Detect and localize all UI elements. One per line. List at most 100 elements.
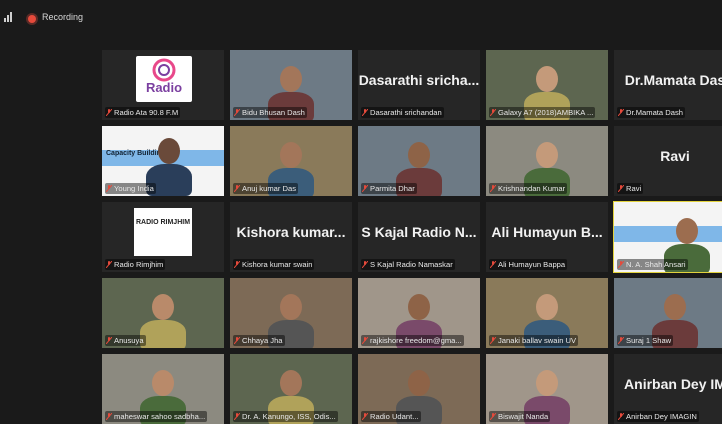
participant-display-name: Dr.Mamata Das [624,72,722,88]
participant-tile[interactable]: Janaki ballav swain UV [486,278,608,348]
participant-name-label: Dasarathi srichandan [361,107,444,118]
participant-name-label: rajkishore freedom@gma... [361,335,464,346]
participant-tile[interactable]: Radio Radio Ata 90.8 F.M [102,50,224,120]
participant-tile[interactable]: Anuj kumar Das [230,126,352,196]
participant-face [536,142,558,168]
participant-tile[interactable]: Krishnandan Kumar [486,126,608,196]
participant-tile[interactable]: Suraj 1 Shaw [614,278,722,348]
participant-tile[interactable]: Dasarathi sricha... Dasarathi srichandan [358,50,480,120]
participant-tile[interactable]: Dr.Mamata Das Dr.Mamata Dash [614,50,722,120]
signal-icon [4,12,12,22]
participant-tile[interactable]: Bidu Bhusan Dash [230,50,352,120]
meeting-top-bar: Recording [0,0,722,36]
participant-tile[interactable]: N. A. Shah Ansari [613,201,722,273]
participant-body [140,320,186,348]
muted-mic-icon [234,109,240,116]
participant-name-label: Parmita Dhar [361,183,417,194]
participant-face [408,294,430,320]
participant-tile[interactable]: Ali Humayun B... Ali Humayun Bappa [486,202,608,272]
participant-name-label: Galaxy A7 (2018)AMBIKA ... [489,107,596,118]
participant-face [664,294,686,320]
participant-face [536,370,558,396]
muted-mic-icon [618,261,624,268]
participant-name-label: Young India [105,183,156,194]
participant-name-label: Kishora kumar swain [233,259,315,270]
participant-tile[interactable]: Anusuya [102,278,224,348]
participant-name-label: maheswar sahoo sadbha... [105,411,208,422]
participant-display-name: Ravi [660,148,690,164]
participant-tile[interactable]: Kishora kumar... Kishora kumar swain [230,202,352,272]
participant-name-label: Chhaya Jha [233,335,285,346]
muted-mic-icon [362,109,368,116]
rimjhim-logo: RADIO RIMJHIM [134,208,192,256]
muted-mic-icon [618,109,624,116]
participant-tile[interactable]: Dr. A. Kanungo, ISS, Odis... [230,354,352,424]
participant-name-label: Anirban Dey IMAGIN [617,411,699,422]
participant-tile[interactable]: maheswar sahoo sadbha... [102,354,224,424]
participant-tile[interactable]: S Kajal Radio N... S Kajal Radio Namaskar [358,202,480,272]
participant-name-label: Krishnandan Kumar [489,183,568,194]
participant-face [280,294,302,320]
muted-mic-icon [490,261,496,268]
muted-mic-icon [618,337,624,344]
participant-tile[interactable]: Capacity Building Young India [102,126,224,196]
muted-mic-icon [106,337,112,344]
participant-name-label: Biswajit Nanda [489,411,551,422]
muted-mic-icon [490,109,496,116]
muted-mic-icon [618,185,624,192]
participant-display-name: Ali Humayun B... [491,224,603,240]
muted-mic-icon [234,261,240,268]
muted-mic-icon [234,413,240,420]
participant-display-name: Anirban Dey IM [624,376,722,392]
participant-name-label: Suraj 1 Shaw [617,335,674,346]
participant-face [158,138,180,164]
participant-face [536,294,558,320]
muted-mic-icon [106,413,112,420]
muted-mic-icon [362,337,368,344]
participant-name-label: Anuj kumar Das [233,183,299,194]
muted-mic-icon [234,337,240,344]
muted-mic-icon [106,185,112,192]
participant-name-label: Radio Rimjhim [105,259,166,270]
participant-tile[interactable]: Galaxy A7 (2018)AMBIKA ... [486,50,608,120]
muted-mic-icon [618,413,624,420]
participant-face [408,370,430,396]
muted-mic-icon [490,337,496,344]
participant-display-name: S Kajal Radio N... [361,224,477,240]
participant-name-label: N. A. Shah Ansari [617,259,688,270]
participant-face [280,370,302,396]
muted-mic-icon [234,185,240,192]
participant-face [152,294,174,320]
participant-tile[interactable]: Anirban Dey IM Anirban Dey IMAGIN [614,354,722,424]
participant-tile[interactable]: Radio Udant... [358,354,480,424]
muted-mic-icon [362,413,368,420]
participant-face [152,370,174,396]
participant-name-label: Bidu Bhusan Dash [233,107,307,118]
participant-name-label: Radio Ata 90.8 F.M [105,107,181,118]
radio-logo: Radio [136,56,192,102]
participant-tile[interactable]: Chhaya Jha [230,278,352,348]
participant-tile[interactable]: Parmita Dhar [358,126,480,196]
participant-face [280,66,302,92]
participant-tile[interactable]: rajkishore freedom@gma... [358,278,480,348]
participant-tile[interactable]: Ravi Ravi [614,126,722,196]
muted-mic-icon [362,185,368,192]
participant-face [408,142,430,168]
muted-mic-icon [490,185,496,192]
muted-mic-icon [106,261,112,268]
participant-display-name: Kishora kumar... [236,224,346,240]
recording-label: Recording [42,12,84,22]
participant-name-label: Radio Udant... [361,411,421,422]
muted-mic-icon [106,109,112,116]
participant-tile[interactable]: Biswajit Nanda [486,354,608,424]
participant-face [536,66,558,92]
participant-name-label: Dr.Mamata Dash [617,107,685,118]
participant-face [280,142,302,168]
participant-tile[interactable]: RADIO RIMJHIM Radio Rimjhim [102,202,224,272]
participant-face [676,218,698,244]
recording-icon[interactable] [28,15,36,23]
participant-name-label: Ali Humayun Bappa [489,259,568,270]
participant-name-label: Dr. A. Kanungo, ISS, Odis... [233,411,338,422]
participant-gallery: Radio Radio Ata 90.8 F.M Bidu Bhusan Dash D… [102,50,722,424]
participant-name-label: Janaki ballav swain UV [489,335,579,346]
